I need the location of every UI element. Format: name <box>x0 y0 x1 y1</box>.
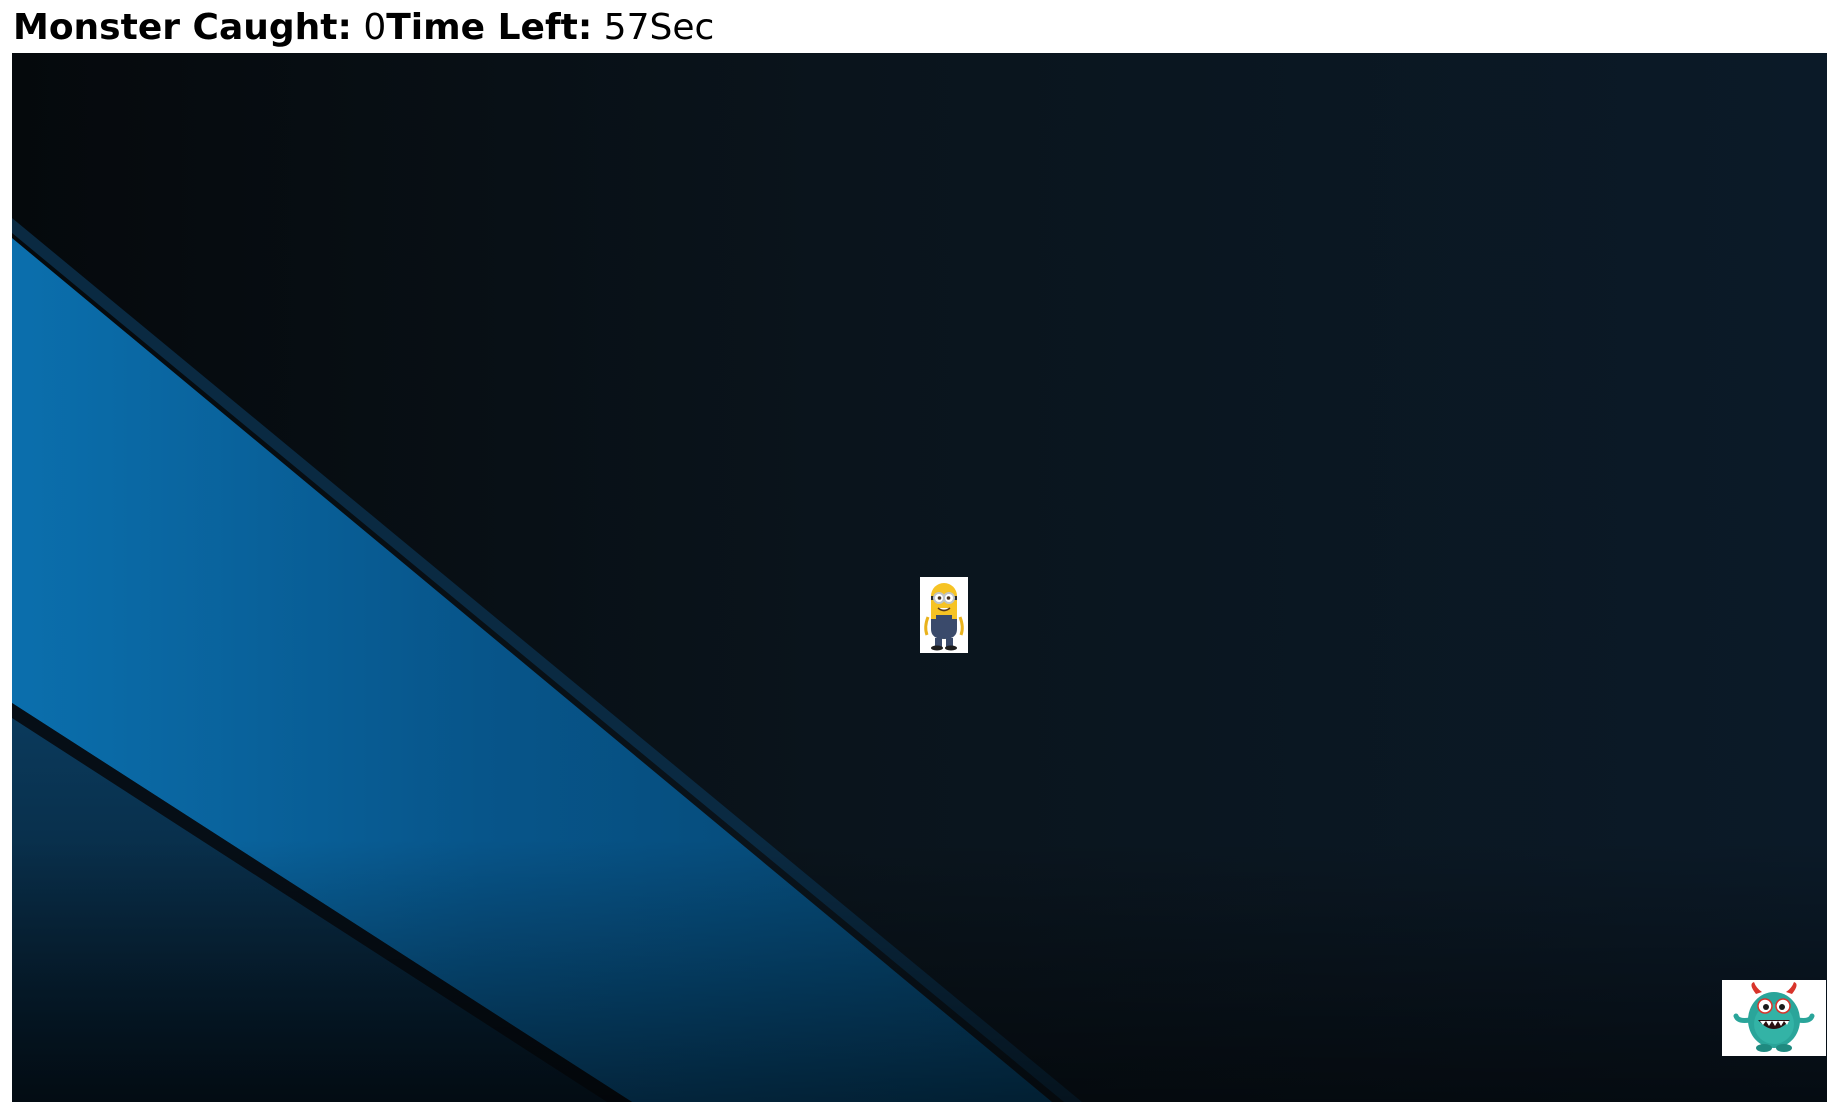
monster-caught-label: Monster Caught: <box>13 7 352 48</box>
monster-caught-value: 0 <box>363 7 387 48</box>
time-left-unit: Sec <box>649 7 715 48</box>
time-left-label: Time Left: <box>386 7 593 48</box>
time-left-value: 57 <box>603 7 650 48</box>
game-canvas[interactable] <box>12 53 1827 1102</box>
monster-sprite[interactable] <box>1722 980 1826 1056</box>
minion-character-icon <box>920 577 968 653</box>
score-bar: Monster Caught: 0Time Left: 57Sec <box>13 6 714 50</box>
hero-sprite[interactable] <box>920 577 968 653</box>
teal-monster-icon <box>1722 980 1826 1056</box>
